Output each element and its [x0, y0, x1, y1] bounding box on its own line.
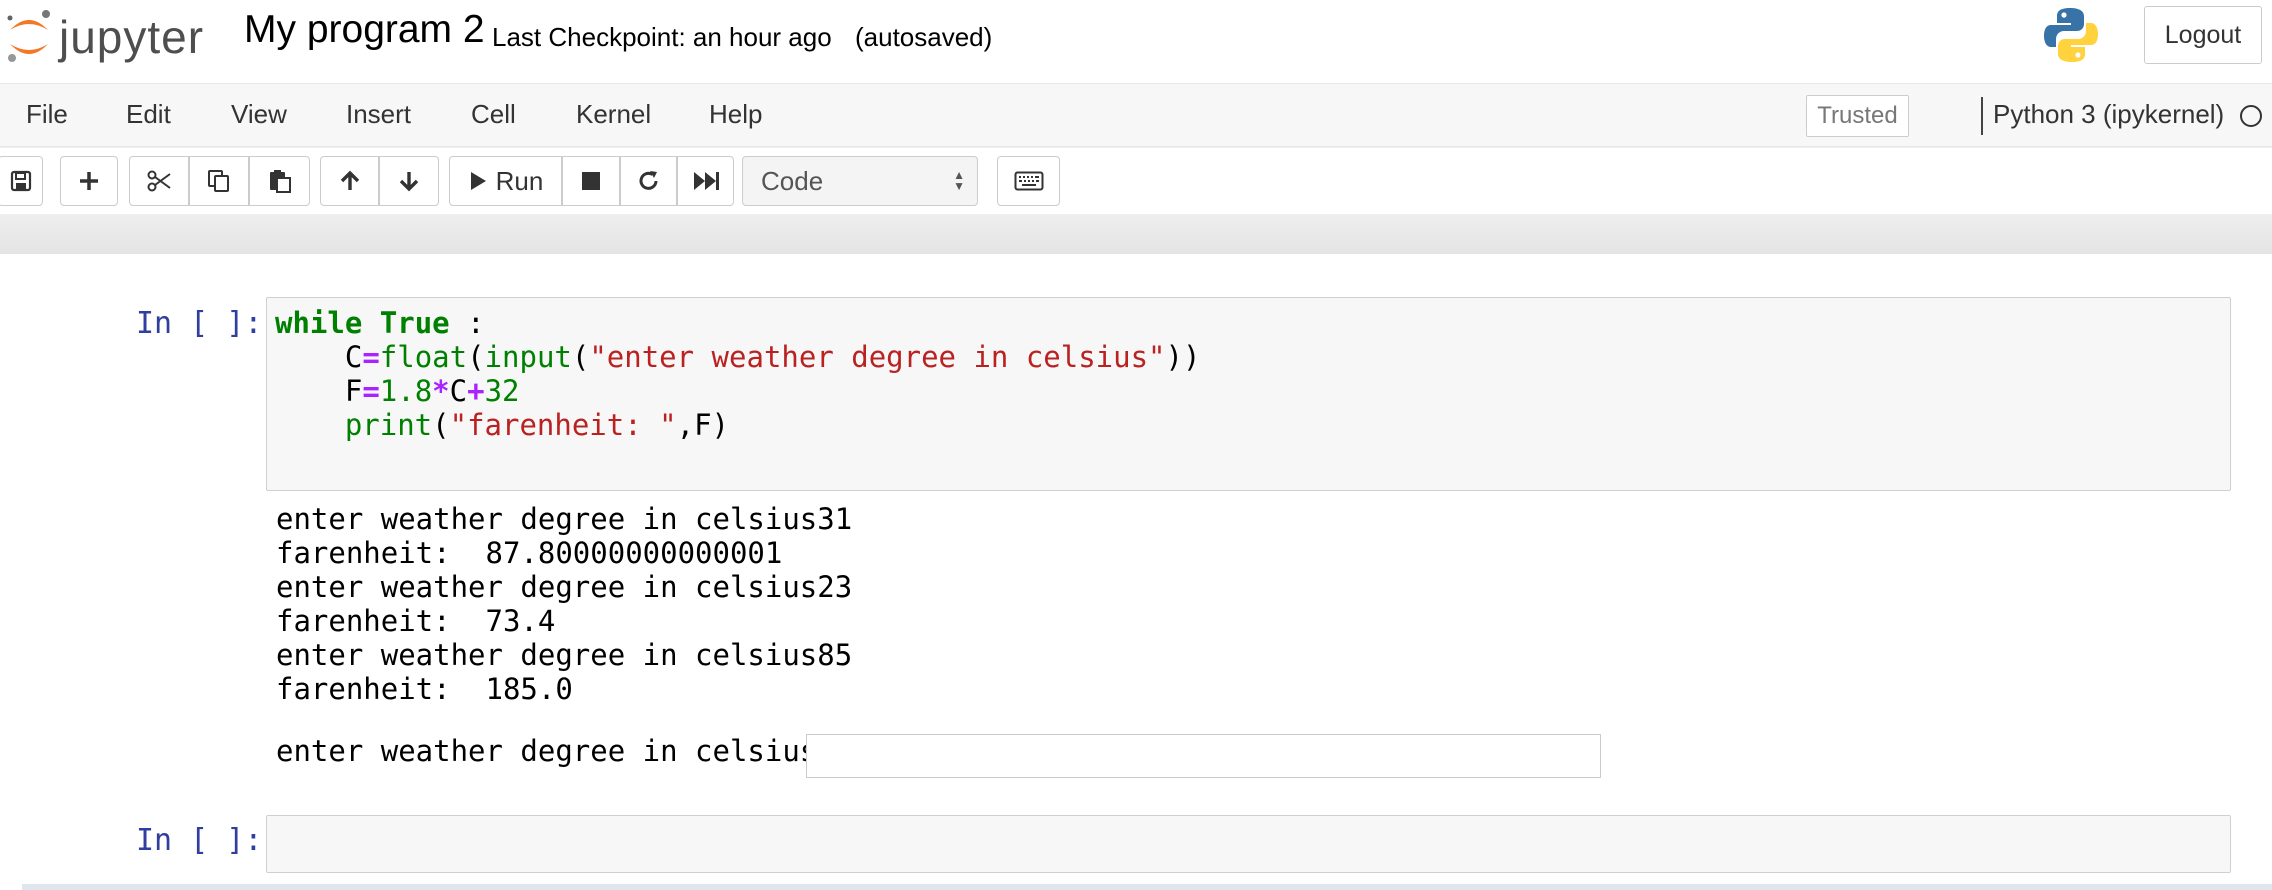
- menu-cell[interactable]: Cell: [471, 99, 516, 130]
- insert-cell-button[interactable]: [60, 156, 118, 206]
- cell-1-output: enter weather degree in celsius31 farenh…: [276, 502, 852, 706]
- save-icon: [10, 170, 31, 192]
- jupyter-logo[interactable]: jupyter: [4, 8, 219, 64]
- kernel-idle-indicator-icon: [2240, 105, 2262, 127]
- cut-button[interactable]: [129, 156, 189, 206]
- toolbar: Run Code ▲ ▼: [0, 148, 2272, 214]
- arrow-up-icon: [340, 170, 359, 190]
- menu-file[interactable]: File: [26, 99, 68, 130]
- restart-icon: [639, 171, 657, 190]
- logout-button[interactable]: Logout: [2144, 6, 2262, 64]
- jupyter-logo-icon: [7, 10, 50, 62]
- run-label: Run: [495, 165, 544, 196]
- move-up-button[interactable]: [320, 156, 379, 206]
- menu-help[interactable]: Help: [709, 99, 762, 130]
- save-button[interactable]: [0, 156, 43, 206]
- cell-2-code-editor[interactable]: [266, 815, 2231, 873]
- keyboard-icon: [1014, 171, 1043, 191]
- logo-text: jupyter: [59, 11, 205, 63]
- copy-button[interactable]: [189, 156, 249, 206]
- menu-insert[interactable]: Insert: [346, 99, 411, 130]
- cell-1-code-editor[interactable]: while True : C=float(input("enter weathe…: [266, 297, 2231, 491]
- output-line: farenheit: 73.4: [276, 604, 556, 638]
- stop-icon: [582, 172, 600, 190]
- cell-type-select[interactable]: Code ▲ ▼: [742, 156, 978, 206]
- autosave-status: (autosaved): [855, 22, 993, 52]
- menu-edit[interactable]: Edit: [126, 99, 171, 130]
- trusted-indicator[interactable]: Trusted: [1806, 95, 1909, 137]
- menu-view[interactable]: View: [231, 99, 287, 130]
- output-line: farenheit: 185.0: [276, 672, 573, 706]
- cell-2-input-prompt: In [ ]:: [136, 823, 263, 858]
- menubar: File Edit View Insert Cell Kernel Help T…: [0, 83, 2272, 147]
- command-palette-button[interactable]: [997, 156, 1060, 206]
- move-down-button[interactable]: [379, 156, 439, 206]
- stdin-input-field[interactable]: [806, 734, 1601, 778]
- kernel-name[interactable]: Python 3 (ipykernel): [1993, 99, 2224, 130]
- paste-icon: [269, 170, 291, 193]
- restart-kernel-button[interactable]: [620, 156, 677, 206]
- fast-forward-icon: [693, 172, 719, 190]
- notebook-title[interactable]: My program 2: [244, 8, 485, 52]
- output-line: enter weather degree in celsius31: [276, 502, 853, 536]
- restart-run-all-button[interactable]: [677, 156, 734, 206]
- cell-1-code[interactable]: while True : C=float(input("enter weathe…: [275, 306, 1200, 442]
- python-logo-icon: [2042, 6, 2100, 64]
- select-arrows-icon: ▲ ▼: [953, 168, 965, 193]
- output-line: enter weather degree in celsius85: [276, 638, 853, 672]
- arrow-down-icon: [399, 172, 419, 192]
- notebook-bottom-edge: [22, 884, 2272, 890]
- output-line: enter weather degree in celsius23: [276, 570, 853, 604]
- cell-1-input-prompt: In [ ]:: [136, 306, 263, 341]
- paste-button[interactable]: [249, 156, 310, 206]
- notebook-container: In [ ]: while True : C=float(input("ente…: [0, 254, 2272, 890]
- interrupt-kernel-button[interactable]: [562, 156, 620, 206]
- header: jupyter My program 2 Last Checkpoint: an…: [0, 0, 2272, 83]
- kernel-separator: [1981, 97, 1983, 135]
- copy-icon: [208, 170, 229, 192]
- run-button[interactable]: Run: [449, 156, 562, 206]
- stdin-prompt: enter weather degree in celsius: [276, 734, 818, 768]
- scissors-icon: [147, 170, 171, 192]
- play-icon: [470, 172, 486, 190]
- output-line: farenheit: 87.80000000000001: [276, 536, 783, 570]
- menu-kernel[interactable]: Kernel: [576, 99, 651, 130]
- notebook-top-gutter: [0, 214, 2272, 254]
- checkpoint-status: Last Checkpoint: an hour ago: [492, 22, 832, 52]
- cell-type-value: Code: [761, 165, 824, 196]
- plus-icon: [80, 172, 98, 190]
